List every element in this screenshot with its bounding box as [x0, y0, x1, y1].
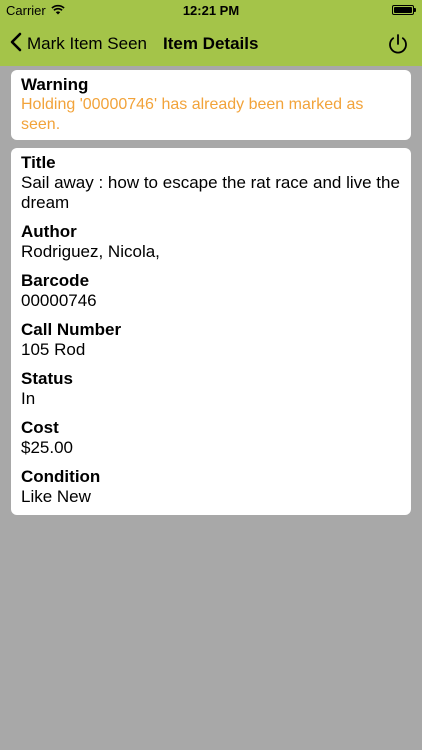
field-barcode: Barcode 00000746 — [21, 271, 401, 311]
field-value: Like New — [21, 487, 91, 506]
status-bar: Carrier 12:21 PM — [0, 0, 422, 22]
field-label: Call Number — [21, 320, 122, 339]
field-label: Condition — [21, 467, 101, 486]
status-time: 12:21 PM — [182, 3, 240, 18]
field-value: 105 Rod — [21, 340, 86, 359]
nav-bar: Mark Item Seen Item Details — [0, 22, 422, 66]
field-label: Title — [21, 153, 56, 172]
item-details-card: Title Sail away : how to escape the rat … — [11, 148, 411, 515]
field-cost: Cost $25.00 — [21, 418, 401, 458]
screen: Carrier 12:21 PM Mark Item Seen Item Det… — [0, 0, 422, 750]
field-label: Barcode — [21, 271, 90, 290]
power-icon — [386, 34, 410, 60]
warning-label: Warning — [21, 75, 89, 94]
field-value: 00000746 — [21, 291, 97, 310]
field-title: Title Sail away : how to escape the rat … — [21, 153, 401, 213]
field-label: Author — [21, 222, 77, 241]
chevron-left-icon — [10, 32, 27, 57]
page-title: Item Details — [163, 34, 259, 53]
field-author: Author Rodriguez, Nicola, — [21, 222, 401, 262]
field-value: In — [21, 389, 36, 408]
field-label: Cost — [21, 418, 59, 437]
field-label: Status — [21, 369, 73, 388]
field-value: Rodriguez, Nicola, — [21, 242, 160, 261]
field-value: $25.00 — [21, 438, 73, 457]
back-label: Mark Item Seen — [27, 34, 147, 53]
field-value: Sail away : how to escape the rat race a… — [21, 173, 400, 212]
battery-icon — [392, 5, 416, 15]
warning-message: Holding '00000746' has already been mark… — [21, 96, 364, 133]
field-status: Status In — [21, 369, 401, 409]
field-call-number: Call Number 105 Rod — [21, 320, 401, 360]
power-button[interactable] — [386, 32, 410, 56]
back-button[interactable]: Mark Item Seen — [10, 22, 147, 66]
warning-card: Warning Holding '00000746' has already b… — [11, 70, 411, 140]
field-condition: Condition Like New — [21, 467, 401, 507]
